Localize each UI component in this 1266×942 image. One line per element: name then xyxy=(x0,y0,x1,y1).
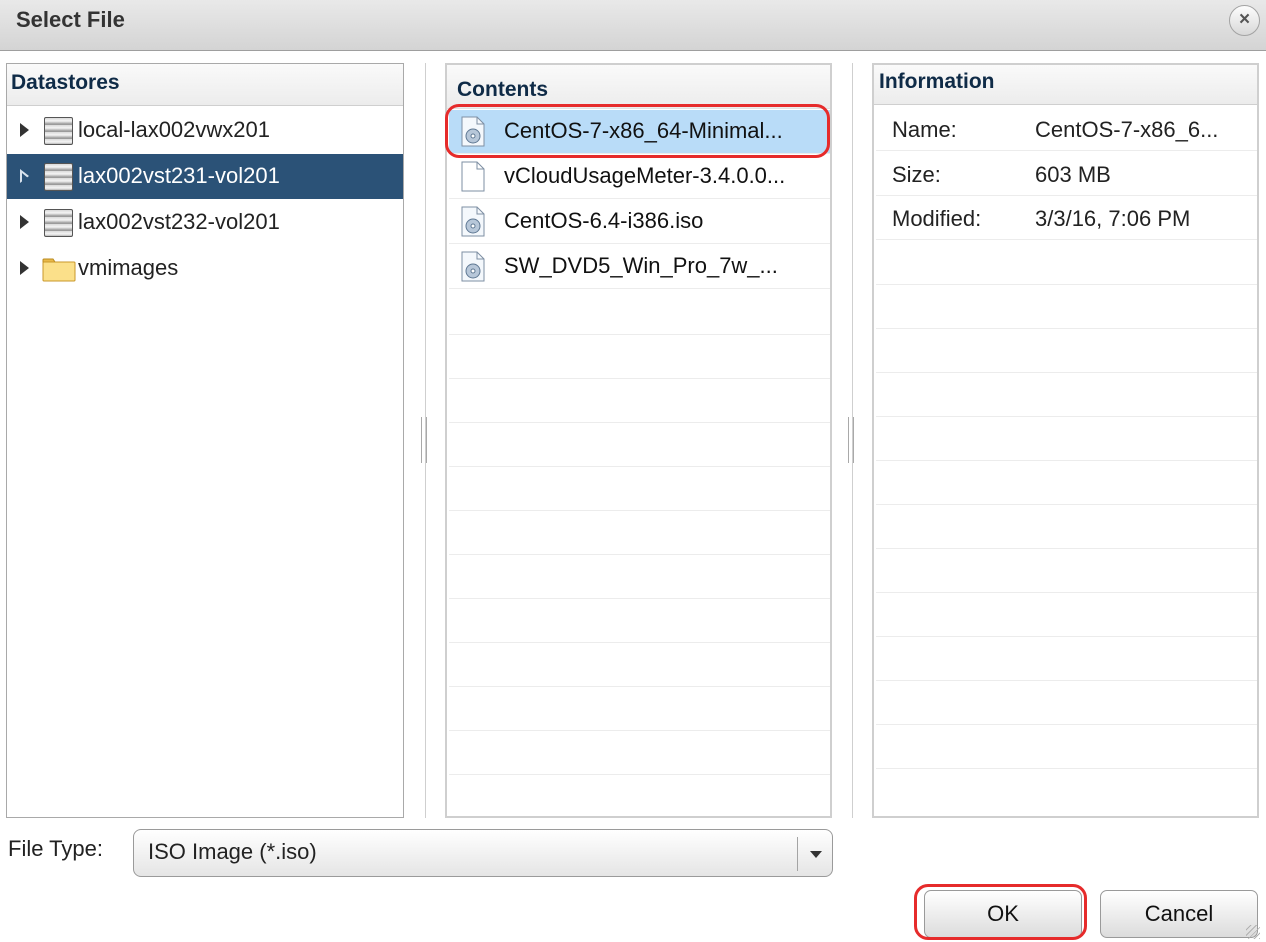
expand-arrow-icon[interactable] xyxy=(20,215,29,229)
grid-line xyxy=(449,466,830,467)
disc-image-file-icon xyxy=(461,206,485,237)
datastores-header: Datastores xyxy=(7,64,403,106)
information-header: Information xyxy=(874,65,1257,105)
info-row-name: Name: CentOS-7-x86_6... xyxy=(876,107,1257,151)
splitter-grip[interactable] xyxy=(848,417,854,463)
content-item-vcloudusagemeter[interactable]: vCloudUsageMeter-3.4.0.0... xyxy=(449,155,830,199)
close-icon: × xyxy=(1238,9,1251,30)
splitter-grip[interactable] xyxy=(421,417,427,463)
info-row-modified: Modified: 3/3/16, 7:06 PM xyxy=(876,196,1257,240)
datastore-item-lax002vst232-vol201[interactable]: lax002vst232-vol201 xyxy=(7,200,403,245)
grid-line xyxy=(876,768,1257,769)
grid-line xyxy=(876,592,1257,593)
grid-line xyxy=(876,724,1257,725)
info-value: 3/3/16, 7:06 PM xyxy=(1035,206,1191,231)
content-label: CentOS-6.4-i386.iso xyxy=(504,208,704,233)
content-item-sw-dvd5[interactable]: SW_DVD5_Win_Pro_7w_... xyxy=(449,245,830,289)
info-value: CentOS-7-x86_6... xyxy=(1035,117,1219,142)
datastore-label: lax002vst232-vol201 xyxy=(78,209,280,234)
close-button[interactable]: × xyxy=(1229,5,1260,36)
info-row-size: Size: 603 MB xyxy=(876,152,1257,196)
file-type-label: File Type: xyxy=(8,836,103,861)
grid-line xyxy=(449,730,830,731)
content-label: SW_DVD5_Win_Pro_7w_... xyxy=(504,253,778,278)
datastore-item-local-lax002vwx201[interactable]: local-lax002vwx201 xyxy=(7,108,403,153)
selection-highlight xyxy=(445,104,830,158)
expand-arrow-icon[interactable] xyxy=(20,261,29,275)
info-key: Size: xyxy=(892,162,941,187)
info-value: 603 MB xyxy=(1035,162,1111,187)
expand-arrow-icon[interactable] xyxy=(20,123,29,137)
cancel-button[interactable]: Cancel xyxy=(1100,890,1258,938)
datastore-item-vmimages[interactable]: vmimages xyxy=(7,246,403,291)
grid-line xyxy=(449,598,830,599)
file-icon xyxy=(461,161,485,192)
information-panel: Information Name: CentOS-7-x86_6... Size… xyxy=(872,63,1259,818)
expand-arrow-inner xyxy=(22,173,28,183)
info-key: Name: xyxy=(892,117,957,142)
datastore-label: local-lax002vwx201 xyxy=(78,117,270,142)
grid-line xyxy=(449,378,830,379)
disc-image-file-icon xyxy=(461,251,485,282)
dialog-title: Select File xyxy=(16,7,125,32)
dialog-title-bar: Select File × xyxy=(0,0,1266,51)
resize-handle-icon[interactable] xyxy=(1246,925,1260,939)
ok-highlight xyxy=(914,884,1087,940)
datastore-label: lax002vst231-vol201 xyxy=(78,163,280,188)
grid-line xyxy=(449,774,830,775)
database-icon xyxy=(44,117,73,145)
datastores-panel: Datastores local-lax002vwx201 lax002vst2… xyxy=(6,63,404,818)
grid-line xyxy=(876,636,1257,637)
grid-line xyxy=(449,510,830,511)
info-key: Modified: xyxy=(892,206,982,231)
grid-line xyxy=(876,680,1257,681)
grid-line xyxy=(449,334,830,335)
datastore-label: vmimages xyxy=(78,255,179,280)
grid-line xyxy=(449,554,830,555)
grid-line xyxy=(876,460,1257,461)
grid-line xyxy=(449,686,830,687)
contents-panel: Contents CentOS-7-x86_64-Minimal... vClo… xyxy=(445,63,832,818)
content-label: vCloudUsageMeter-3.4.0.0... xyxy=(504,163,786,188)
file-type-value: ISO Image (*.iso) xyxy=(148,839,317,864)
folder-icon xyxy=(42,258,76,282)
content-item-centos6[interactable]: CentOS-6.4-i386.iso xyxy=(449,200,830,244)
grid-line xyxy=(876,504,1257,505)
grid-line xyxy=(876,416,1257,417)
file-type-select[interactable]: ISO Image (*.iso) xyxy=(133,829,833,877)
database-icon xyxy=(44,209,73,237)
contents-header: Contents xyxy=(447,65,830,109)
select-separator xyxy=(797,837,798,871)
grid-line xyxy=(449,642,830,643)
grid-line xyxy=(876,548,1257,549)
grid-line xyxy=(876,328,1257,329)
grid-line xyxy=(876,372,1257,373)
datastore-item-lax002vst231-vol201[interactable]: lax002vst231-vol201 xyxy=(7,154,403,199)
chevron-down-icon[interactable] xyxy=(810,851,822,858)
database-icon xyxy=(44,163,73,191)
grid-line xyxy=(876,284,1257,285)
grid-line xyxy=(449,422,830,423)
